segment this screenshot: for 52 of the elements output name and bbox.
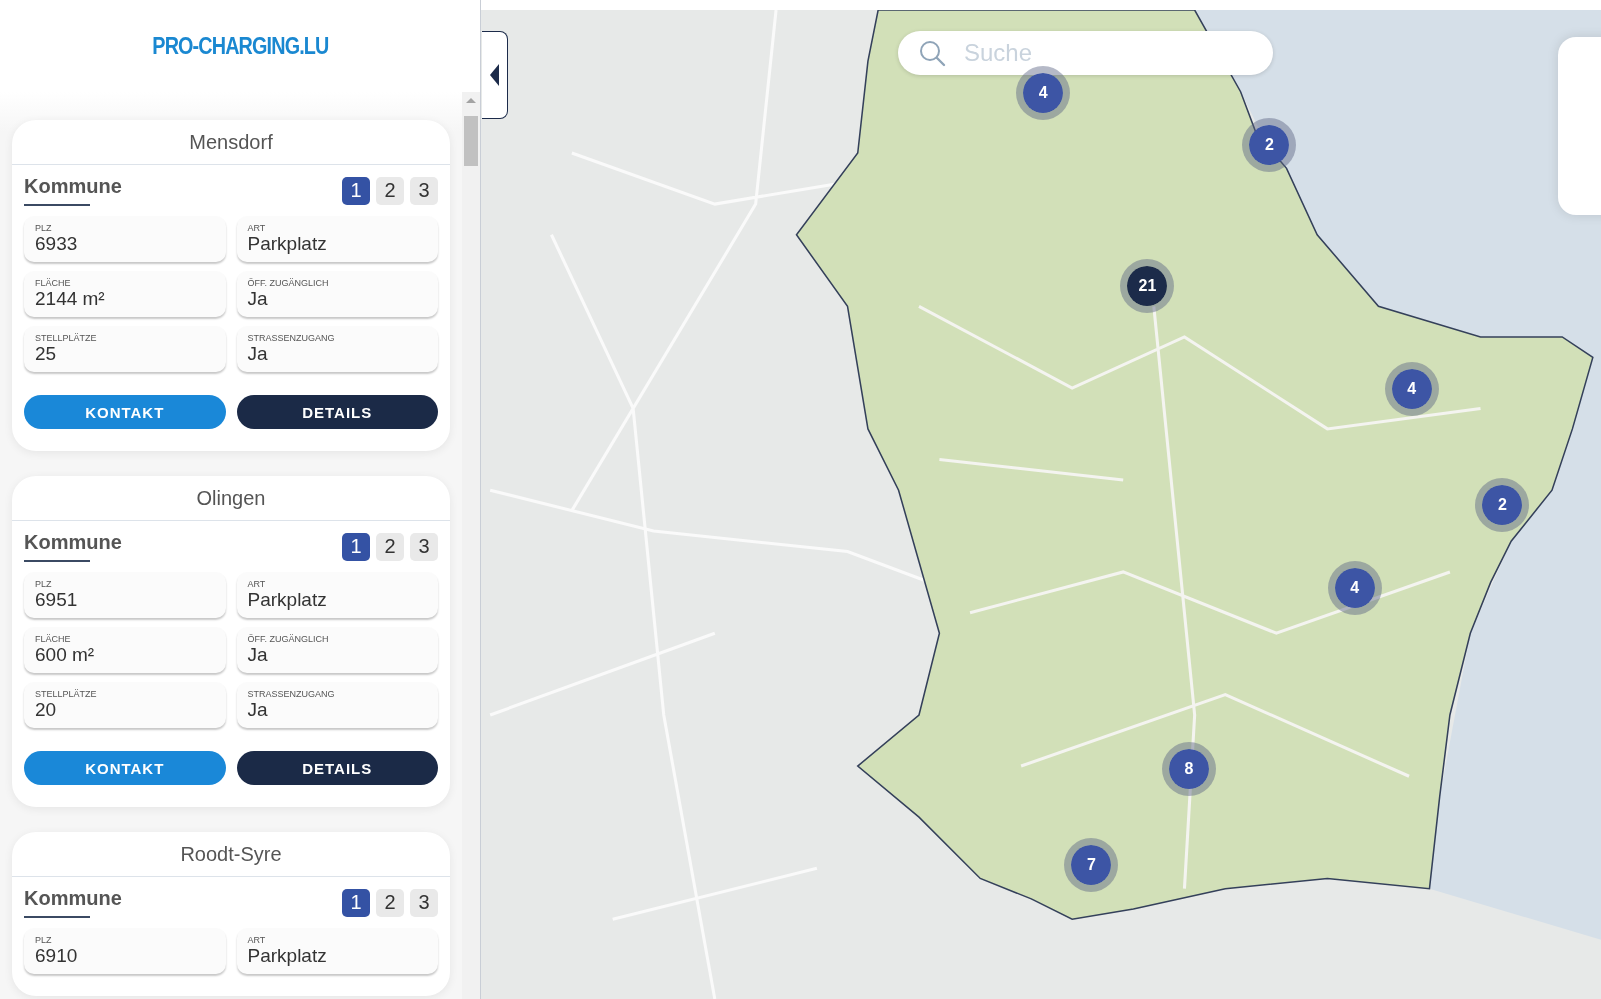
details-button[interactable]: DETAILS	[236, 751, 438, 785]
field-value: Ja	[247, 343, 269, 365]
field-label: ÖFF. ZUGÄNGLICH	[247, 634, 330, 644]
field-label: STRASSENZUGANG	[247, 333, 336, 343]
field-label: PLZ	[35, 935, 53, 945]
page-button[interactable]: 3	[410, 176, 438, 205]
field-value: Parkplatz	[247, 233, 328, 255]
page-button[interactable]: 1	[342, 532, 370, 561]
site-title: Roodt-Syre	[180, 842, 282, 866]
field-value: 6933	[35, 233, 79, 255]
field-label: PLZ	[35, 579, 53, 589]
field-label: ART	[247, 223, 267, 233]
field-label: ÖFF. ZUGÄNGLICH	[247, 278, 330, 288]
field-value: 600 m²	[35, 644, 96, 666]
page-button[interactable]: 3	[410, 888, 438, 917]
field-value: Ja	[247, 699, 269, 721]
field-value: 25	[35, 343, 58, 365]
field-value: 6910	[35, 945, 79, 967]
search-icon	[918, 39, 946, 67]
field-value: 2144 m²	[35, 288, 106, 310]
field-value: Parkplatz	[247, 945, 328, 967]
field-label: STELLPLÄTZE	[35, 333, 98, 343]
field-value: Ja	[247, 644, 269, 666]
field-label: ART	[247, 579, 267, 589]
site-title: Olingen	[196, 486, 266, 510]
field-value: Ja	[247, 288, 269, 310]
field-value: Parkplatz	[247, 589, 328, 611]
contact-button[interactable]: KONTAKT	[24, 751, 226, 785]
page-button[interactable]: 1	[342, 176, 370, 205]
collapse-sidebar-button[interactable]	[482, 31, 508, 119]
field-label: STRASSENZUGANG	[247, 689, 336, 699]
contact-button[interactable]: KONTAKT	[24, 395, 226, 429]
site-title: Mensdorf	[189, 130, 273, 154]
page-button[interactable]: 3	[410, 532, 438, 561]
field-label: FLÄCHE	[35, 278, 72, 288]
section-heading: Kommune	[24, 175, 122, 199]
field-label: FLÄCHE	[35, 634, 72, 644]
section-heading: Kommune	[24, 887, 122, 911]
field-label: ART	[247, 935, 267, 945]
section-heading: Kommune	[24, 531, 122, 555]
page-button[interactable]: 1	[342, 888, 370, 917]
scrollbar[interactable]	[462, 92, 480, 999]
field-label: PLZ	[35, 223, 53, 233]
page-button[interactable]: 2	[376, 532, 404, 561]
field-value: 20	[35, 699, 58, 721]
page-button[interactable]: 2	[376, 888, 404, 917]
brand-logo[interactable]: PRO-CHARGING.LU	[151, 32, 329, 60]
details-button[interactable]: DETAILS	[236, 395, 438, 429]
field-value: 6951	[35, 589, 79, 611]
page-button[interactable]: 2	[376, 176, 404, 205]
field-label: STELLPLÄTZE	[35, 689, 98, 699]
caret-left-icon	[489, 64, 500, 86]
